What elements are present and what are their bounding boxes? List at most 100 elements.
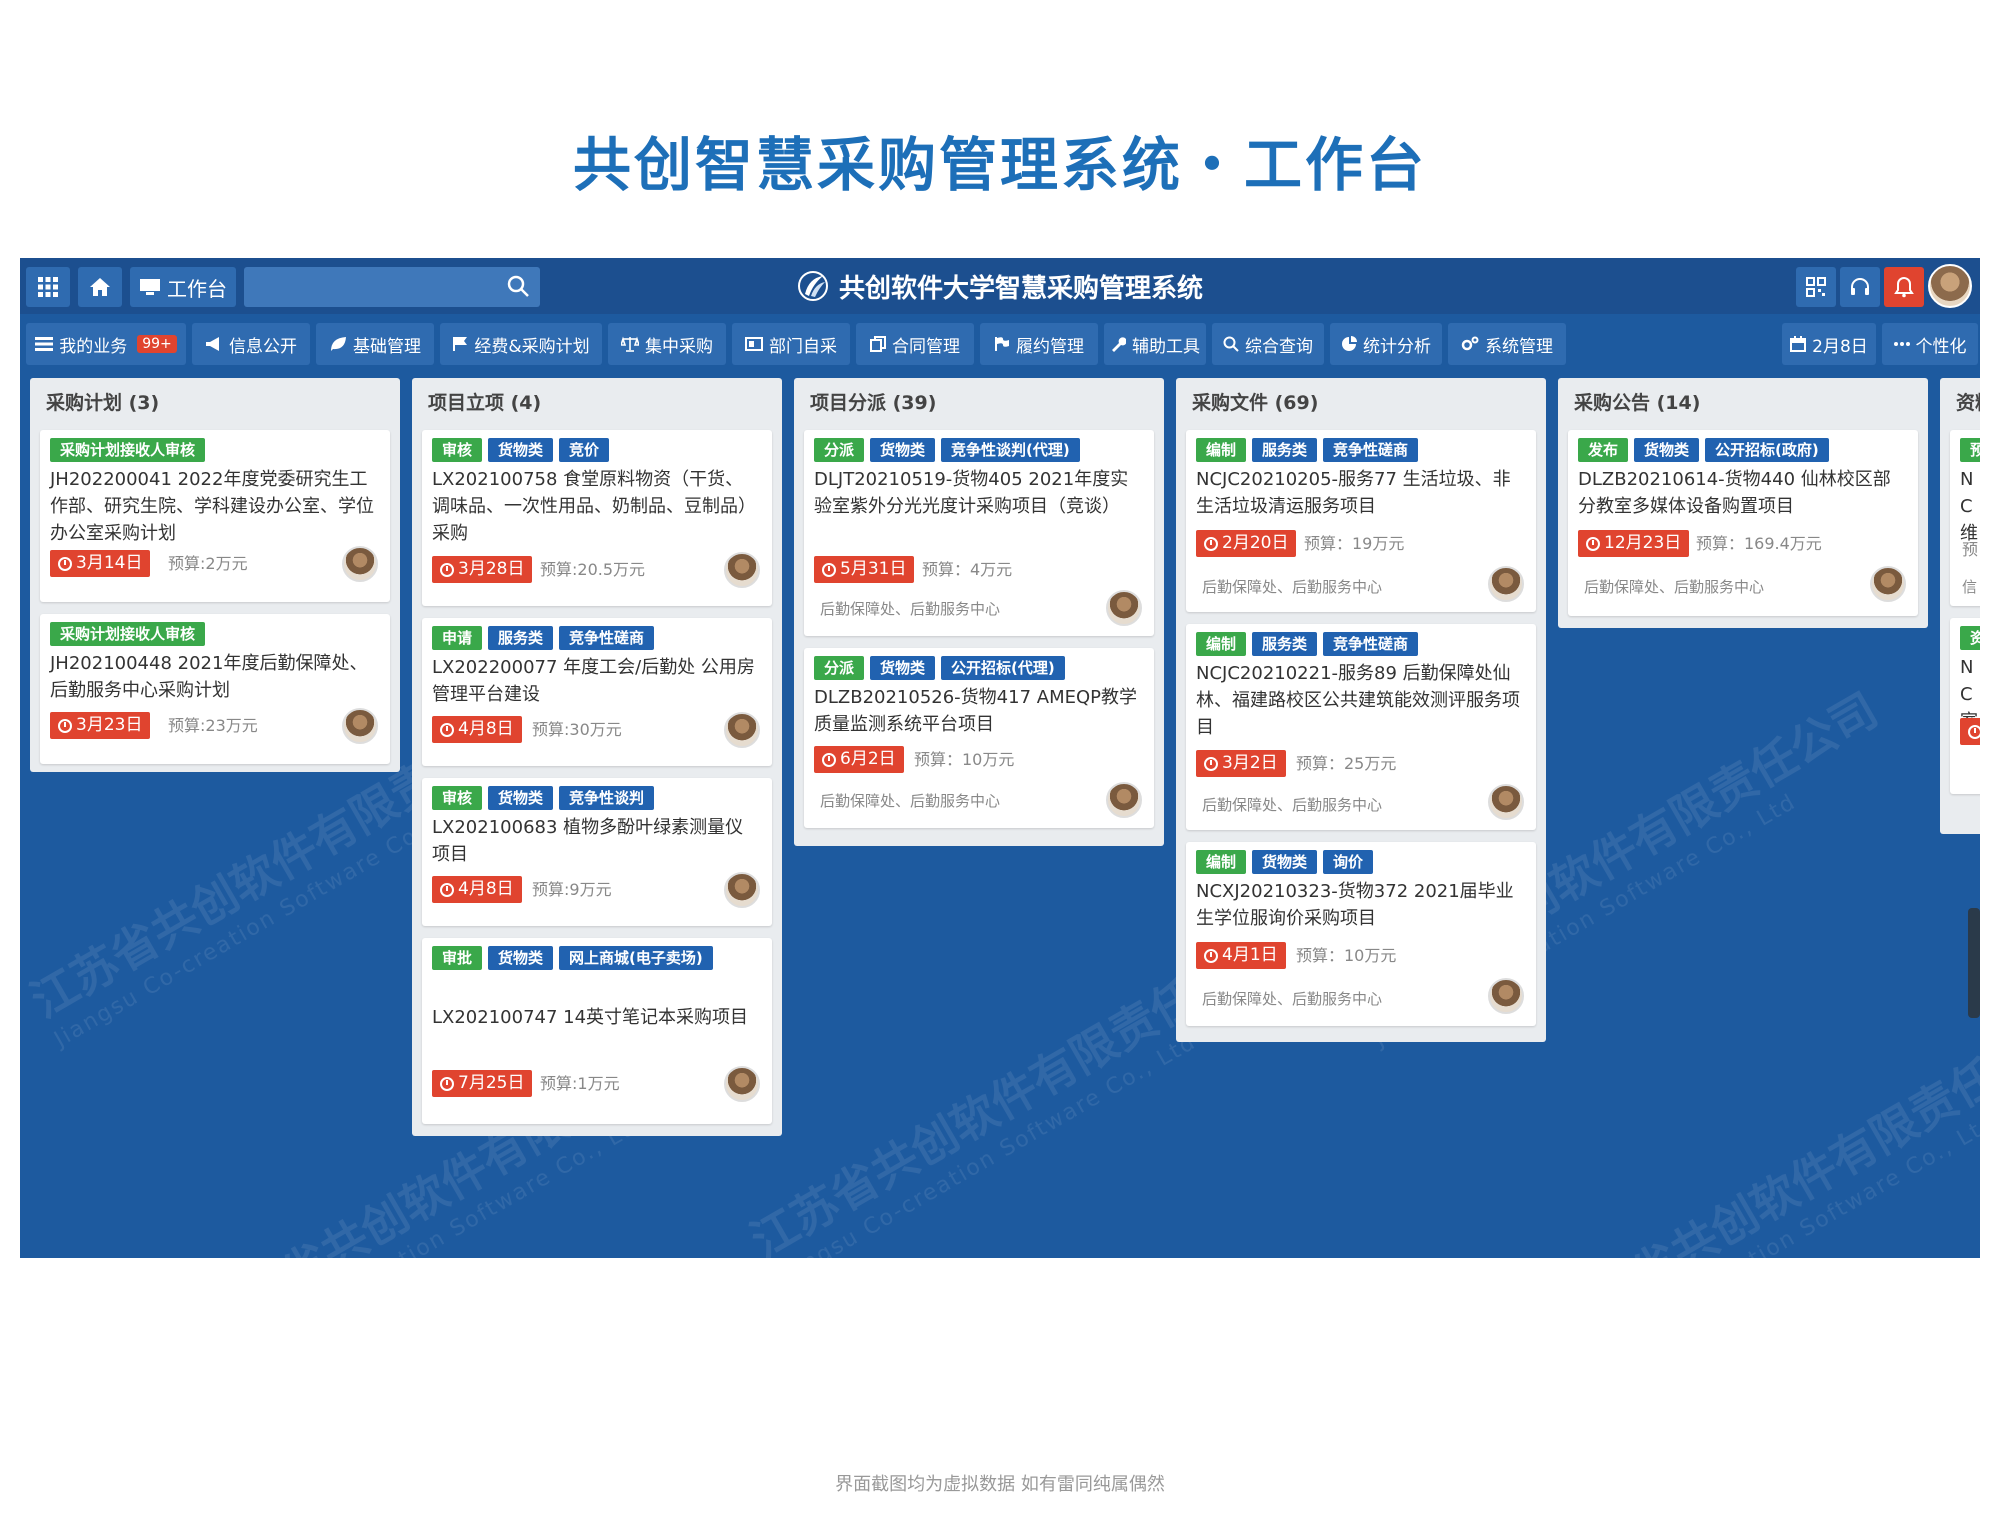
nav-basic-management[interactable]: 基础管理 xyxy=(316,323,434,365)
notification-button[interactable] xyxy=(1884,267,1924,307)
page-title: 共创智慧采购管理系统・工作台 xyxy=(572,131,1427,199)
user-avatar[interactable] xyxy=(1928,264,1972,308)
support-button[interactable] xyxy=(1840,267,1880,307)
budget: 预算：10万元 xyxy=(914,750,1015,769)
task-card[interactable]: 审核 货物类 竞价 LX202100758 食堂原料物资（干货、调味品、一次性用… xyxy=(422,430,772,606)
nav-personalize[interactable]: 个性化 xyxy=(1882,323,1978,365)
task-card[interactable]: 采购计划接收人审核 JH202100448 2021年度后勤保障处、后勤服务中心… xyxy=(40,614,390,764)
card-title: LX202100758 食堂原料物资（干货、调味品、一次性用品、奶制品、豆制品）… xyxy=(432,469,756,544)
nav-my-business[interactable]: 我的业务 99+ xyxy=(26,323,186,365)
clock-icon xyxy=(1204,536,1218,551)
task-card[interactable]: 审批 货物类 网上商城(电子卖场) LX202100747 14英寸笔记本采购项… xyxy=(422,938,772,1124)
status-tag: 编制 xyxy=(1196,850,1247,874)
app-title: 共创软件大学智慧采购管理系统 xyxy=(780,258,1220,314)
card-title: LX202100683 植物多酚叶绿素测量仪项目 xyxy=(432,817,744,865)
badge-count: 99+ xyxy=(137,335,177,353)
due-date-badge: 4月8日 xyxy=(432,876,522,903)
clock-icon xyxy=(440,722,454,737)
nav-label: 系统管理 xyxy=(1485,336,1553,357)
task-card[interactable]: 预 NC维 预 信 xyxy=(1950,430,1980,606)
nav-funding-plan[interactable]: 经费&采购计划 xyxy=(440,323,602,365)
nav-label: 个性化 xyxy=(1915,336,1967,357)
avatar[interactable] xyxy=(342,546,378,582)
method-tag: 竞价 xyxy=(559,438,610,462)
avatar[interactable] xyxy=(342,708,378,744)
flag-icon xyxy=(995,337,1009,351)
budget: 预算：10万元 xyxy=(1296,946,1397,965)
home-button[interactable] xyxy=(78,267,122,307)
avatar[interactable] xyxy=(1106,590,1142,626)
nav-performance-management[interactable]: 履约管理 xyxy=(980,323,1098,365)
clock-icon xyxy=(440,562,454,577)
avatar[interactable] xyxy=(1106,782,1142,818)
method-tag: 竞争性谈判(代理) xyxy=(941,438,1080,462)
search-box[interactable] xyxy=(244,267,540,307)
flag-icon xyxy=(453,337,468,351)
status-tag: 发布 xyxy=(1578,438,1629,462)
task-card[interactable]: 分派 货物类 公开招标(代理) DLZB20210526-货物417 AMEQP… xyxy=(804,648,1154,828)
due-date-badge: 3月23日 xyxy=(50,712,151,739)
avatar[interactable] xyxy=(1488,784,1524,820)
task-card[interactable]: 采购计划接收人审核 JH202200041 2022年度党委研究生工作部、研究生… xyxy=(40,430,390,602)
task-card[interactable]: 编制 服务类 竞争性磋商 NCJC20210205-服务77 生活垃圾、非生活垃… xyxy=(1186,430,1536,612)
nav-contract-management[interactable]: 合同管理 xyxy=(856,323,974,365)
category-tag: 货物类 xyxy=(1252,850,1318,874)
task-card[interactable]: 分派 货物类 竞争性谈判(代理) DLJT20210519-货物405 2021… xyxy=(804,430,1154,636)
avatar[interactable] xyxy=(724,1066,760,1102)
nav-date[interactable]: 2月8日 xyxy=(1782,323,1876,365)
clock-icon xyxy=(1968,724,1980,739)
column-title: 项目分派 (39) xyxy=(810,392,937,414)
scrollbar-handle[interactable] xyxy=(1968,908,1980,1018)
qrcode-button[interactable] xyxy=(1796,267,1836,307)
task-card[interactable]: 资 NC室 xyxy=(1950,618,1980,794)
nav-info-public[interactable]: 信息公开 xyxy=(192,323,310,365)
tag-group: 编制 服务类 竞争性磋商 xyxy=(1196,438,1526,462)
nav-central-procurement[interactable]: 集中采购 xyxy=(608,323,726,365)
card-title: NCJC20210205-服务77 生活垃圾、非生活垃圾清运服务项目 xyxy=(1196,469,1511,517)
avatar[interactable] xyxy=(724,552,760,588)
task-card[interactable]: 审核 货物类 竞争性谈判 LX202100683 植物多酚叶绿素测量仪项目 4月… xyxy=(422,778,772,926)
nav-label: 辅助工具 xyxy=(1132,336,1200,357)
task-card[interactable]: 发布 货物类 公开招标(政府) DLZB20210614-货物440 仙林校区部… xyxy=(1568,430,1918,616)
status-tag: 采购计划接收人审核 xyxy=(50,438,206,462)
app-menu-button[interactable] xyxy=(26,267,70,307)
tag-group: 申请 服务类 竞争性磋商 xyxy=(432,626,762,650)
nav-label: 信息公开 xyxy=(229,336,297,357)
search-input[interactable] xyxy=(244,267,540,307)
kanban-column: 项目立项 (4) 审核 货物类 竞价 LX202100758 食堂原料物资（干货… xyxy=(412,378,782,1136)
clock-icon xyxy=(822,752,836,767)
app-name: 共创软件大学智慧采购管理系统 xyxy=(838,273,1203,304)
workbench-button[interactable]: 工作台 xyxy=(130,267,236,307)
avatar[interactable] xyxy=(724,712,760,748)
nav-tools[interactable]: 辅助工具 xyxy=(1104,323,1206,365)
clock-icon xyxy=(58,556,72,571)
nav-label: 合同管理 xyxy=(892,336,960,357)
nav-label: 履约管理 xyxy=(1016,336,1084,357)
task-card[interactable]: 申请 服务类 竞争性磋商 LX202200077 年度工会/后勤处 公用房管理平… xyxy=(422,618,772,766)
nav-query[interactable]: 综合查询 xyxy=(1212,323,1324,365)
category-tag: 服务类 xyxy=(488,626,554,650)
nav-label: 集中采购 xyxy=(645,336,713,357)
avatar[interactable] xyxy=(724,872,760,908)
status-tag: 申请 xyxy=(432,626,483,650)
avatar[interactable] xyxy=(1488,566,1524,602)
avatar[interactable] xyxy=(1870,566,1906,602)
scale-icon xyxy=(621,336,639,352)
budget: 预算：25万元 xyxy=(1296,754,1397,773)
department: 后勤保障处、后勤服务中心 xyxy=(820,792,1001,810)
search-icon[interactable] xyxy=(506,274,530,298)
nav-dept-purchase[interactable]: 部门自采 xyxy=(732,323,850,365)
category-tag: 货物类 xyxy=(1634,438,1700,462)
tag-group: 预 xyxy=(1960,438,1980,462)
task-card[interactable]: 编制 货物类 询价 NCXJ20210323-货物372 2021届毕业生学位服… xyxy=(1186,842,1536,1026)
tag-group: 采购计划接收人审核 xyxy=(50,438,380,462)
avatar[interactable] xyxy=(1488,978,1524,1014)
bell-icon xyxy=(1894,276,1914,298)
nav-system-management[interactable]: 系统管理 xyxy=(1448,323,1566,365)
task-card[interactable]: 编制 服务类 竞争性磋商 NCJC20210221-服务89 后勤保障处仙林、福… xyxy=(1186,624,1536,830)
nav-statistics[interactable]: 统计分析 xyxy=(1330,323,1442,365)
list-icon xyxy=(35,337,54,351)
method-tag: 公开招标(代理) xyxy=(941,656,1065,680)
copy-icon xyxy=(870,336,886,352)
app-window: 江苏省共创软件有限责任公司 Jiangsu Co-creation Softwar… xyxy=(20,258,1980,1258)
